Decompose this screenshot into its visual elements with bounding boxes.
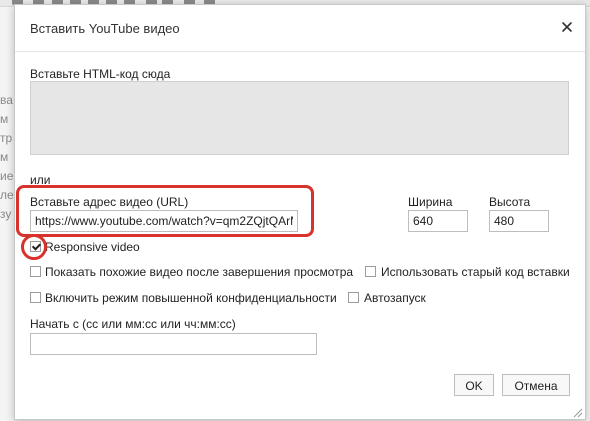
dialog-title: Вставить YouTube видео <box>30 21 180 36</box>
autoplay-checkbox[interactable] <box>348 292 359 303</box>
height-input[interactable] <box>489 210 549 232</box>
responsive-video-label: Responsive video <box>45 240 140 254</box>
ok-button[interactable]: OK <box>454 374 494 396</box>
width-input[interactable] <box>408 210 468 232</box>
old-embed-code-label: Использовать старый код вставки <box>381 265 570 279</box>
autoplay-label: Автозапуск <box>364 291 426 305</box>
privacy-mode-checkbox[interactable] <box>30 292 41 303</box>
url-input[interactable] <box>30 210 298 232</box>
related-videos-label: Показать похожие видео после завершения … <box>45 265 354 279</box>
height-label: Высота <box>489 195 531 209</box>
dialog-body: Вставьте HTML-код сюда или Вставьте адре… <box>15 52 585 372</box>
start-time-label: Начать с (сс или мм:сс или чч:мм:сс) <box>30 317 236 331</box>
youtube-dialog: Вставить YouTube видео Вставьте HTML-код… <box>14 4 586 420</box>
html-code-label: Вставьте HTML-код сюда <box>30 67 171 81</box>
resize-grip-icon[interactable] <box>573 407 583 418</box>
dialog-title-bar[interactable]: Вставить YouTube видео <box>15 5 585 52</box>
start-time-input[interactable] <box>30 333 317 355</box>
responsive-video-checkbox[interactable] <box>30 241 41 252</box>
html-code-textarea[interactable] <box>30 81 569 155</box>
privacy-mode-label: Включить режим повышенной конфиденциальн… <box>45 291 337 305</box>
cancel-button[interactable]: Отмена <box>502 374 570 396</box>
url-label: Вставьте адрес видео (URL) <box>30 195 189 209</box>
width-label: Ширина <box>408 195 453 209</box>
related-videos-checkbox[interactable] <box>30 266 41 277</box>
close-icon[interactable] <box>559 19 575 35</box>
or-label: или <box>30 173 51 187</box>
old-embed-code-checkbox[interactable] <box>365 266 376 277</box>
